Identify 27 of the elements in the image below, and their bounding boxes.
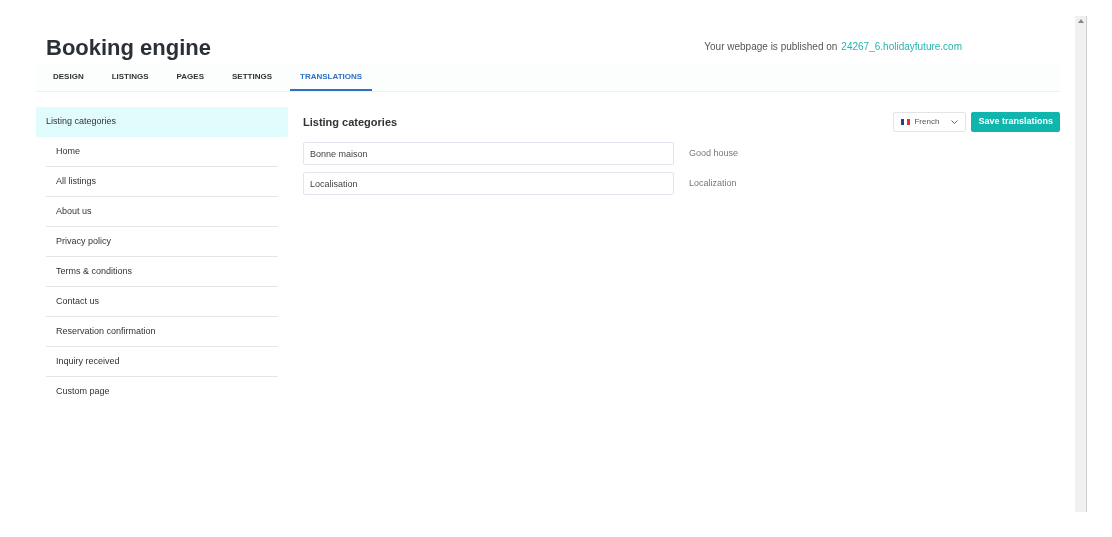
scrollbar[interactable] xyxy=(1075,16,1087,512)
tab[interactable]: PAGES xyxy=(166,64,214,91)
flag-icon xyxy=(901,119,911,125)
tab[interactable]: SETTINGS xyxy=(222,64,282,91)
published-text: Your webpage is published on xyxy=(704,40,838,54)
sidebar-item[interactable]: All listings xyxy=(46,167,278,197)
scroll-up-icon[interactable] xyxy=(1078,19,1084,23)
sidebar-item[interactable]: Contact us xyxy=(46,287,278,317)
panel-title: Listing categories xyxy=(303,114,398,130)
page-title: Booking engine xyxy=(46,34,211,62)
sidebar-item[interactable]: Privacy policy xyxy=(46,227,278,257)
tab[interactable]: DESIGN xyxy=(43,64,94,91)
original-text: Localization xyxy=(689,176,737,190)
sidebar-item[interactable]: Reservation confirmation xyxy=(46,317,278,347)
translation-field[interactable]: Localisation xyxy=(303,172,674,195)
tab[interactable]: LISTINGS xyxy=(101,64,159,91)
sidebar-item[interactable]: Custom page xyxy=(46,377,278,407)
original-text: Good house xyxy=(689,146,739,160)
sidebar-item[interactable]: Terms & conditions xyxy=(46,257,278,287)
chevron-down-icon xyxy=(951,120,959,124)
language-select[interactable]: French xyxy=(893,112,967,132)
translation-field[interactable]: Bonne maison xyxy=(303,142,674,165)
sidebar-item[interactable]: Listing categories xyxy=(36,107,288,137)
sidebar-item[interactable]: Home xyxy=(46,137,278,167)
tab[interactable]: TRANSLATIONS xyxy=(290,64,373,91)
sidebar-item[interactable]: Inquiry received xyxy=(46,347,278,377)
sidebar-item[interactable]: About us xyxy=(46,197,278,227)
